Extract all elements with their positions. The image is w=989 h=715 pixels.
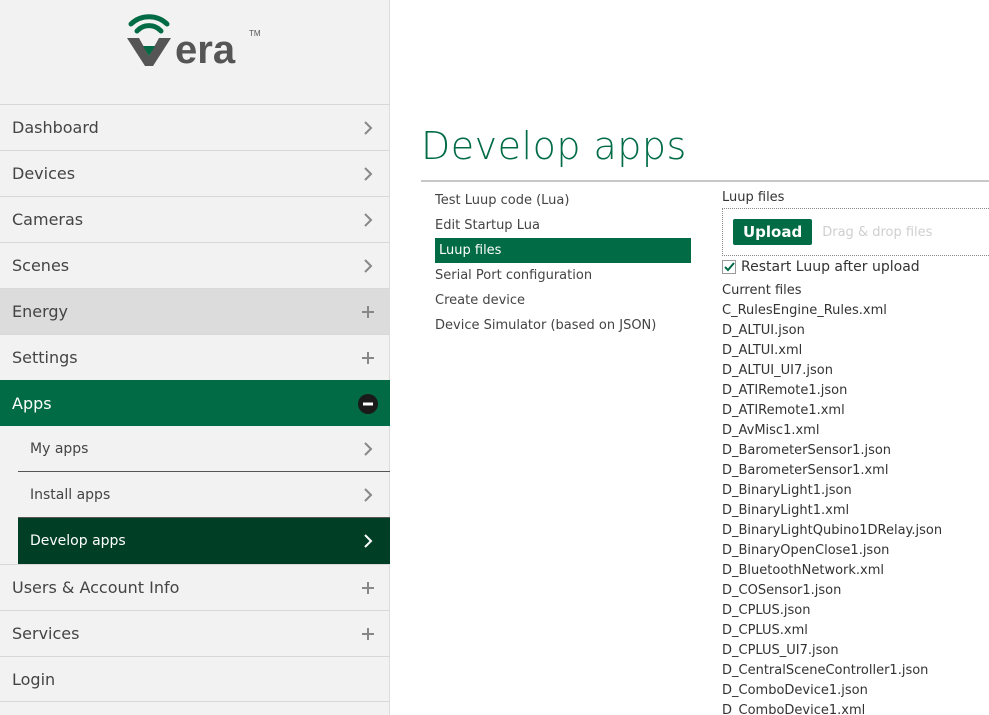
nav-item-label: Dashboard (12, 118, 99, 137)
nav-item-label: Scenes (12, 256, 70, 275)
nav-item-devices[interactable]: Devices (0, 150, 390, 196)
chevron-right-icon (346, 258, 390, 273)
sub-item-install-apps[interactable]: Install apps (18, 472, 390, 518)
nav-item-login[interactable]: Login (0, 656, 390, 702)
sub-item-develop-apps[interactable]: Develop apps (18, 518, 390, 564)
file-item[interactable]: D_AvMisc1.xml (722, 421, 989, 441)
restart-checkbox[interactable] (722, 260, 736, 274)
nav-item-label: Users & Account Info (12, 578, 180, 597)
luup-files-title: Luup files (722, 190, 785, 205)
file-item[interactable]: D_BinaryOpenClose1.json (722, 541, 989, 561)
plus-icon (346, 581, 390, 594)
sub-item-label: Develop apps (30, 532, 126, 549)
nav-item-dashboard[interactable]: Dashboard (0, 104, 390, 150)
sub-item-label: Install apps (30, 486, 111, 503)
chevron-right-icon (346, 533, 390, 548)
vera-logo: era TM (125, 10, 265, 70)
file-item[interactable]: D_ALTUI.xml (722, 341, 989, 361)
chevron-right-icon (346, 120, 390, 135)
chevron-right-icon (346, 441, 390, 456)
page-title: Develop apps (421, 124, 687, 168)
file-item[interactable]: D_CPLUS.json (722, 601, 989, 621)
upload-button[interactable]: Upload (733, 219, 813, 245)
file-item[interactable]: D_BluetoothNetwork.xml (722, 561, 989, 581)
nav-item-label: Apps (12, 394, 52, 413)
file-item[interactable]: D_ATIRemote1.xml (722, 401, 989, 421)
submenu-edit-startup-lua[interactable]: Edit Startup Lua (435, 213, 691, 238)
file-item[interactable]: D_BinaryLight1.json (722, 481, 989, 501)
file-item[interactable]: D_ComboDevice1.json (722, 681, 989, 701)
file-item[interactable]: D_CentralSceneController1.json (722, 661, 989, 681)
nav-item-apps[interactable]: Apps (0, 380, 390, 426)
file-list: C_RulesEngine_Rules.xml D_ALTUI.json D_A… (722, 301, 989, 715)
chevron-right-icon (346, 487, 390, 502)
file-item[interactable]: D_BarometerSensor1.json (722, 441, 989, 461)
file-item[interactable]: D_ComboDevice1.xml (722, 701, 989, 715)
submenu-test-luup-code[interactable]: Test Luup code (Lua) (435, 188, 691, 213)
nav-item-label: Services (12, 624, 80, 643)
nav-item-label: Energy (12, 302, 69, 321)
nav-item-label: Settings (12, 348, 78, 367)
develop-submenu: Test Luup code (Lua) Edit Startup Lua Lu… (435, 188, 691, 338)
main-nav: Dashboard Devices Cameras Scenes Energy (0, 104, 390, 702)
nav-item-services[interactable]: Services (0, 610, 390, 656)
svg-text:TM: TM (249, 29, 261, 38)
nav-item-users-account[interactable]: Users & Account Info (0, 564, 390, 610)
restart-luup-option[interactable]: Restart Luup after upload (722, 257, 989, 277)
file-item[interactable]: D_COSensor1.json (722, 581, 989, 601)
submenu-create-device[interactable]: Create device (435, 288, 691, 313)
plus-icon (346, 627, 390, 640)
nav-item-scenes[interactable]: Scenes (0, 242, 390, 288)
plus-icon (346, 305, 390, 318)
svg-text:era: era (175, 28, 236, 68)
file-dropzone[interactable]: Upload Drag & drop files (722, 208, 989, 256)
file-item[interactable]: D_CPLUS_UI7.json (722, 641, 989, 661)
file-item[interactable]: D_BarometerSensor1.xml (722, 461, 989, 481)
sidebar: era TM Dashboard Devices Cameras Scenes (0, 0, 390, 715)
file-item[interactable]: C_RulesEngine_Rules.xml (722, 301, 989, 321)
file-item[interactable]: D_ALTUI_UI7.json (722, 361, 989, 381)
file-item[interactable]: D_ALTUI.json (722, 321, 989, 341)
chevron-right-icon (346, 166, 390, 181)
file-item[interactable]: D_BinaryLightQubino1DRelay.json (722, 521, 989, 541)
plus-icon (346, 351, 390, 364)
sub-item-my-apps[interactable]: My apps (18, 426, 390, 472)
nav-item-cameras[interactable]: Cameras (0, 196, 390, 242)
title-divider (421, 180, 989, 182)
current-files-label: Current files (722, 283, 802, 298)
submenu-device-simulator[interactable]: Device Simulator (based on JSON) (435, 313, 691, 338)
nav-item-settings[interactable]: Settings (0, 334, 390, 380)
nav-item-energy[interactable]: Energy (0, 288, 390, 334)
submenu-luup-files[interactable]: Luup files (435, 238, 691, 263)
file-item[interactable]: D_CPLUS.xml (722, 621, 989, 641)
restart-label: Restart Luup after upload (741, 259, 920, 275)
drag-drop-hint: Drag & drop files (822, 224, 933, 240)
minus-circle-icon (346, 393, 390, 414)
chevron-right-icon (346, 212, 390, 227)
nav-item-label: Devices (12, 164, 76, 183)
file-item[interactable]: D_BinaryLight1.xml (722, 501, 989, 521)
nav-item-label: Cameras (12, 210, 84, 229)
sub-item-label: My apps (30, 440, 89, 457)
nav-item-label: Login (12, 669, 56, 689)
submenu-serial-port-config[interactable]: Serial Port configuration (435, 263, 691, 288)
file-item[interactable]: D_ATIRemote1.json (722, 381, 989, 401)
luup-files-panel: Luup files Upload Drag & drop files Rest… (722, 188, 989, 715)
